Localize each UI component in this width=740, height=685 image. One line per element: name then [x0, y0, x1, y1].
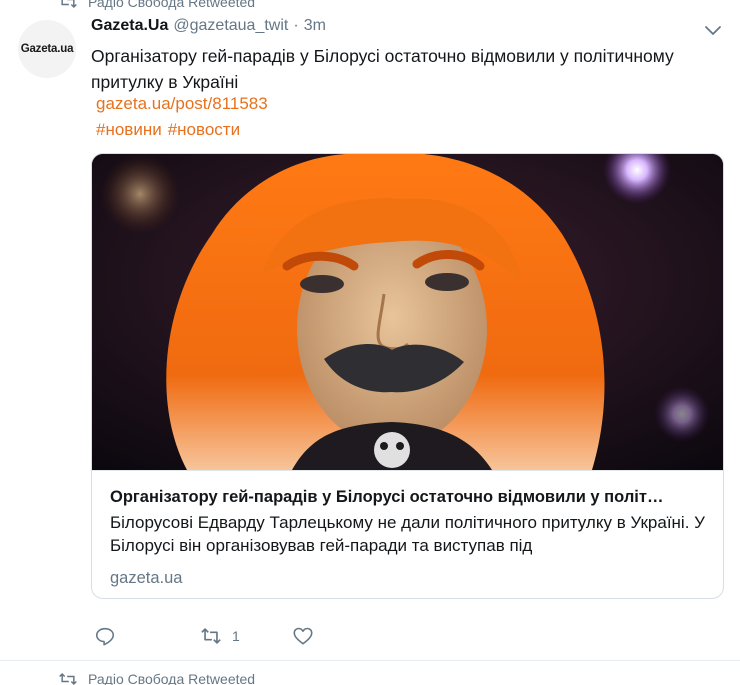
tweet-timestamp[interactable]: 3m	[304, 17, 326, 35]
tweet-actions: 1	[94, 624, 324, 648]
card-title[interactable]: Організатору гей-парадів у Білорусі оста…	[110, 485, 705, 509]
reply-icon	[95, 627, 115, 646]
header-separator: ·	[293, 17, 299, 34]
tweet[interactable]: Gazeta.ua Gazeta.Ua @gazetaua_twit · 3m …	[0, 0, 740, 661]
card-domain: gazeta.ua	[110, 569, 183, 587]
tweet-text: Організатору гей-парадів у Білорусі оста…	[91, 46, 674, 92]
retweet-banner-label[interactable]: Радіо Свобода Retweeted	[88, 671, 255, 685]
reply-button[interactable]	[94, 624, 126, 648]
avatar-logo-text: Gazeta.ua	[20, 43, 74, 55]
tweet-header: Gazeta.Ua @gazetaua_twit · 3m	[91, 17, 326, 41]
card-photo	[92, 154, 723, 470]
retweet-banner-bottom: Радіо Свобода Retweeted	[58, 670, 255, 685]
avatar[interactable]: Gazeta.ua	[18, 20, 76, 78]
retweet-icon	[59, 672, 77, 685]
chevron-down-icon[interactable]	[703, 23, 723, 39]
card-body[interactable]: Організатору гей-парадів у Білорусі оста…	[92, 470, 723, 598]
tweet-hashtags: #новини #новости	[96, 120, 240, 140]
retweet-count: 1	[232, 628, 240, 644]
author-handle[interactable]: @gazetaua_twit	[173, 17, 288, 35]
hashtag-link[interactable]: #новини	[96, 120, 162, 140]
author-name[interactable]: Gazeta.Ua	[91, 17, 168, 35]
tweet-link[interactable]: gazeta.ua/post/811583	[96, 94, 268, 114]
heart-icon	[293, 627, 313, 645]
link-preview-card[interactable]: Організатору гей-парадів у Білорусі оста…	[91, 153, 724, 599]
like-button[interactable]	[292, 624, 324, 648]
retweet-icon	[201, 628, 221, 644]
retweet-button[interactable]: 1	[200, 624, 240, 648]
card-image[interactable]	[92, 154, 723, 470]
hashtag-link[interactable]: #новости	[168, 120, 240, 140]
card-description: Білорусові Едварду Тарлецькому не дали п…	[110, 513, 705, 555]
